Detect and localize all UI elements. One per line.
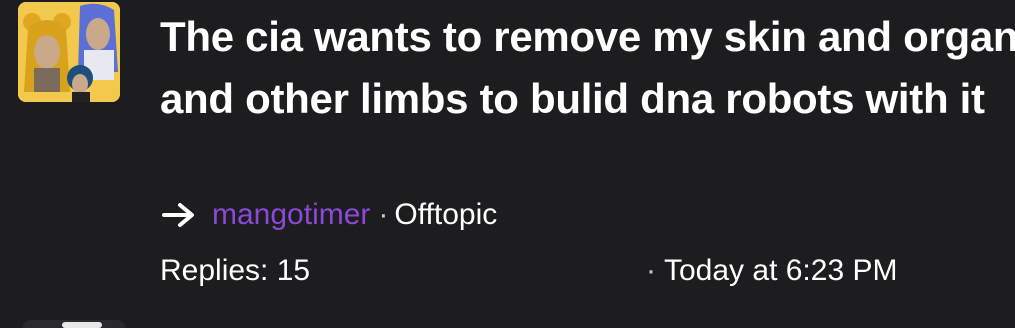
user-avatar[interactable]	[18, 2, 120, 102]
avatar-image	[18, 2, 120, 102]
meta-separator: ·	[378, 198, 389, 231]
next-avatar-image	[62, 322, 102, 328]
author-link[interactable]: mangotimer	[212, 198, 370, 232]
thread-list-item[interactable]: The cia wants to remove my skin and orga…	[0, 0, 1015, 328]
timestamp-separator: ·	[646, 254, 656, 287]
timestamp-text: Today at 6:23 PM	[664, 254, 898, 287]
thread-title[interactable]: The cia wants to remove my skin and orga…	[160, 6, 1015, 130]
arrow-right-icon	[162, 200, 196, 230]
thread-meta: mangotimer · Offtopic	[162, 194, 497, 236]
next-item-avatar[interactable]	[22, 320, 126, 328]
replies-count: Replies: 15	[160, 254, 311, 287]
forum-link[interactable]: Offtopic	[394, 198, 497, 232]
last-post-time[interactable]: · Today at 6:23 PM	[646, 250, 897, 292]
